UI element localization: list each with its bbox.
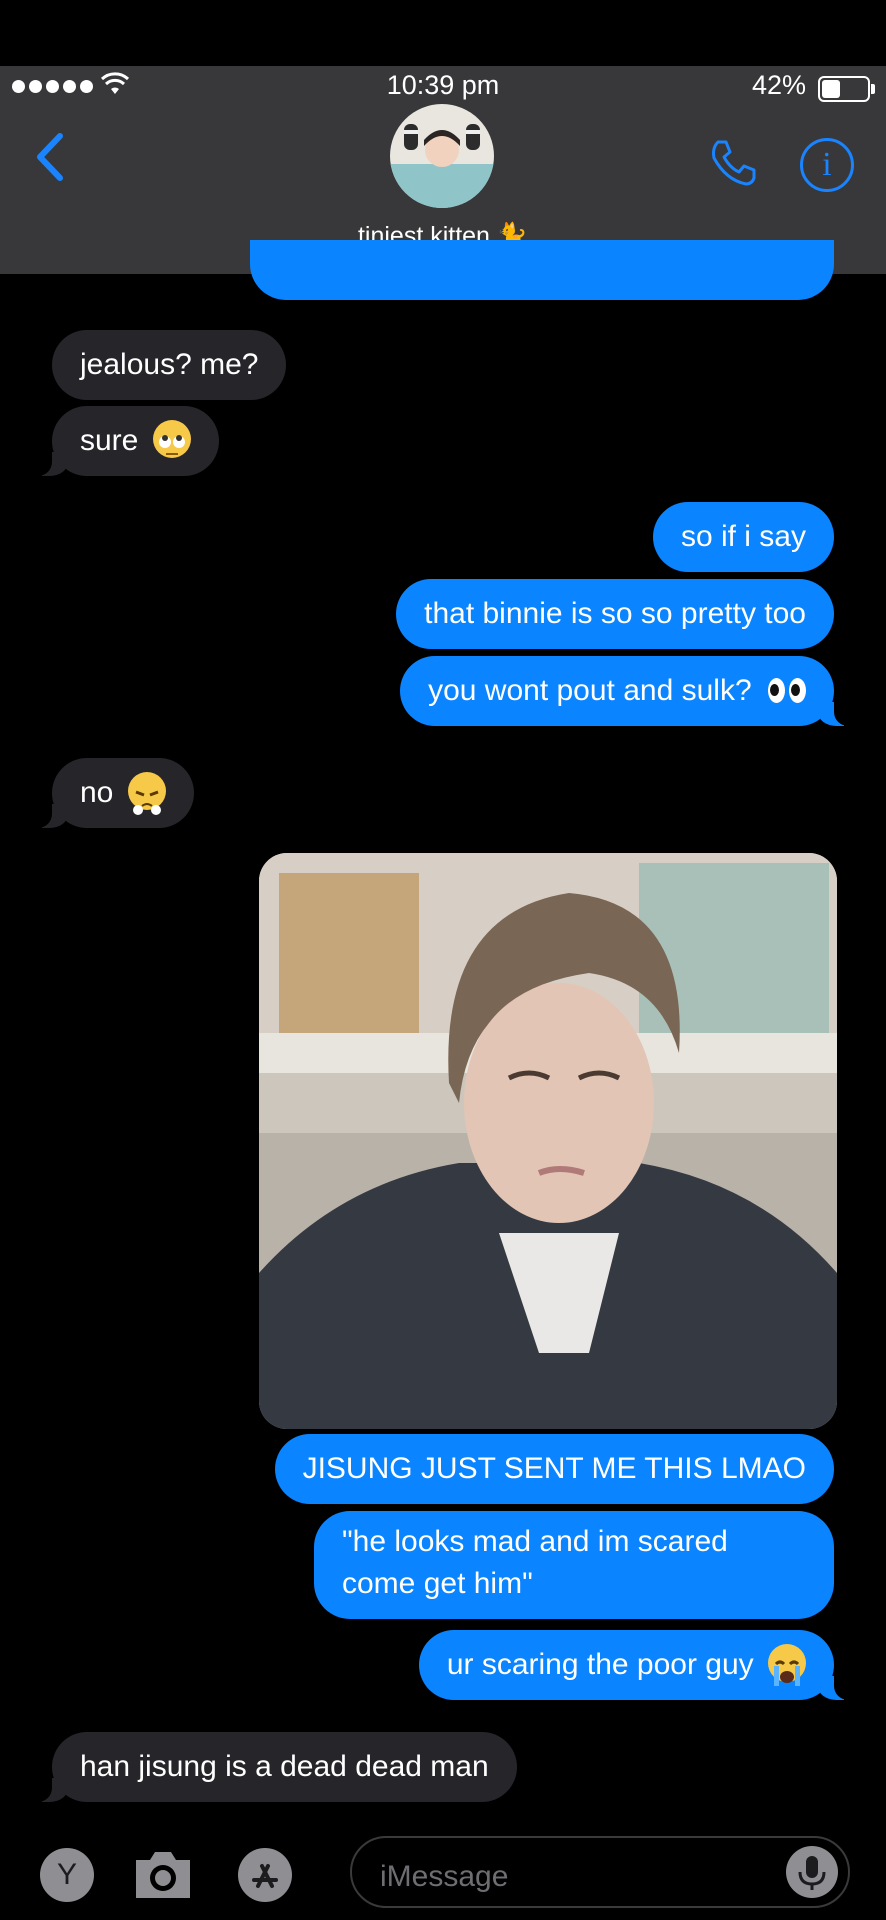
message-text: JISUNG JUST SENT ME THIS LMAO <box>302 1452 806 1485</box>
message-bubble-outgoing: JISUNG JUST SENT ME THIS LMAO <box>274 1434 834 1504</box>
message-bubble-outgoing: so if i say <box>652 502 834 572</box>
message-text: jealous? me? <box>80 348 259 381</box>
message-bubble-outgoing: you wont pout and sulk? <box>400 656 854 726</box>
contact-avatar[interactable] <box>390 104 494 208</box>
message-text: so if i say <box>680 520 806 553</box>
message-text: ur scaring the poor guy <box>446 1648 754 1681</box>
message-bubble-incoming: han jisung is a dead dead man <box>32 1732 517 1802</box>
message-text: sure <box>80 424 139 457</box>
message-text: you wont pout and sulk? <box>428 674 752 707</box>
message-text: "he looks mad and im scared come get him… <box>342 1525 728 1600</box>
message-bubble-outgoing-cut <box>250 240 834 300</box>
battery-icon <box>818 76 875 102</box>
loudly-crying-emoji-icon <box>768 1644 806 1687</box>
message-bubble-outgoing: ur scaring the poor guy <box>418 1630 855 1700</box>
message-text: that binnie is so so pretty too <box>424 597 806 630</box>
message-bubble-incoming: sure <box>32 406 219 476</box>
message-bubble-outgoing: "he looks mad and im scared come get him… <box>314 1511 834 1619</box>
image-attachment[interactable] <box>259 853 837 1429</box>
message-text: no <box>80 776 114 809</box>
microphone-icon[interactable] <box>786 1846 838 1898</box>
apps-button[interactable]: Y <box>40 1848 94 1902</box>
phone-icon[interactable] <box>706 136 760 190</box>
message-bubble-incoming: jealous? me? <box>52 330 287 400</box>
info-icon[interactable]: i <box>800 138 854 192</box>
back-chevron-icon[interactable] <box>32 132 66 182</box>
message-bubble-outgoing: that binnie is so so pretty too <box>396 579 834 649</box>
app-store-icon[interactable] <box>238 1848 292 1902</box>
rolling-eyes-emoji-icon <box>152 420 191 459</box>
message-bubble-incoming: no <box>32 758 194 828</box>
battery-fill <box>822 80 840 98</box>
message-input-placeholder: iMessage <box>380 1860 509 1893</box>
steam-from-nose-emoji-icon <box>127 772 166 816</box>
message-text: han jisung is a dead dead man <box>80 1750 489 1783</box>
eyes-emoji-icon <box>768 677 806 703</box>
camera-icon[interactable] <box>130 1846 196 1902</box>
battery-percent: 42% <box>751 70 806 100</box>
